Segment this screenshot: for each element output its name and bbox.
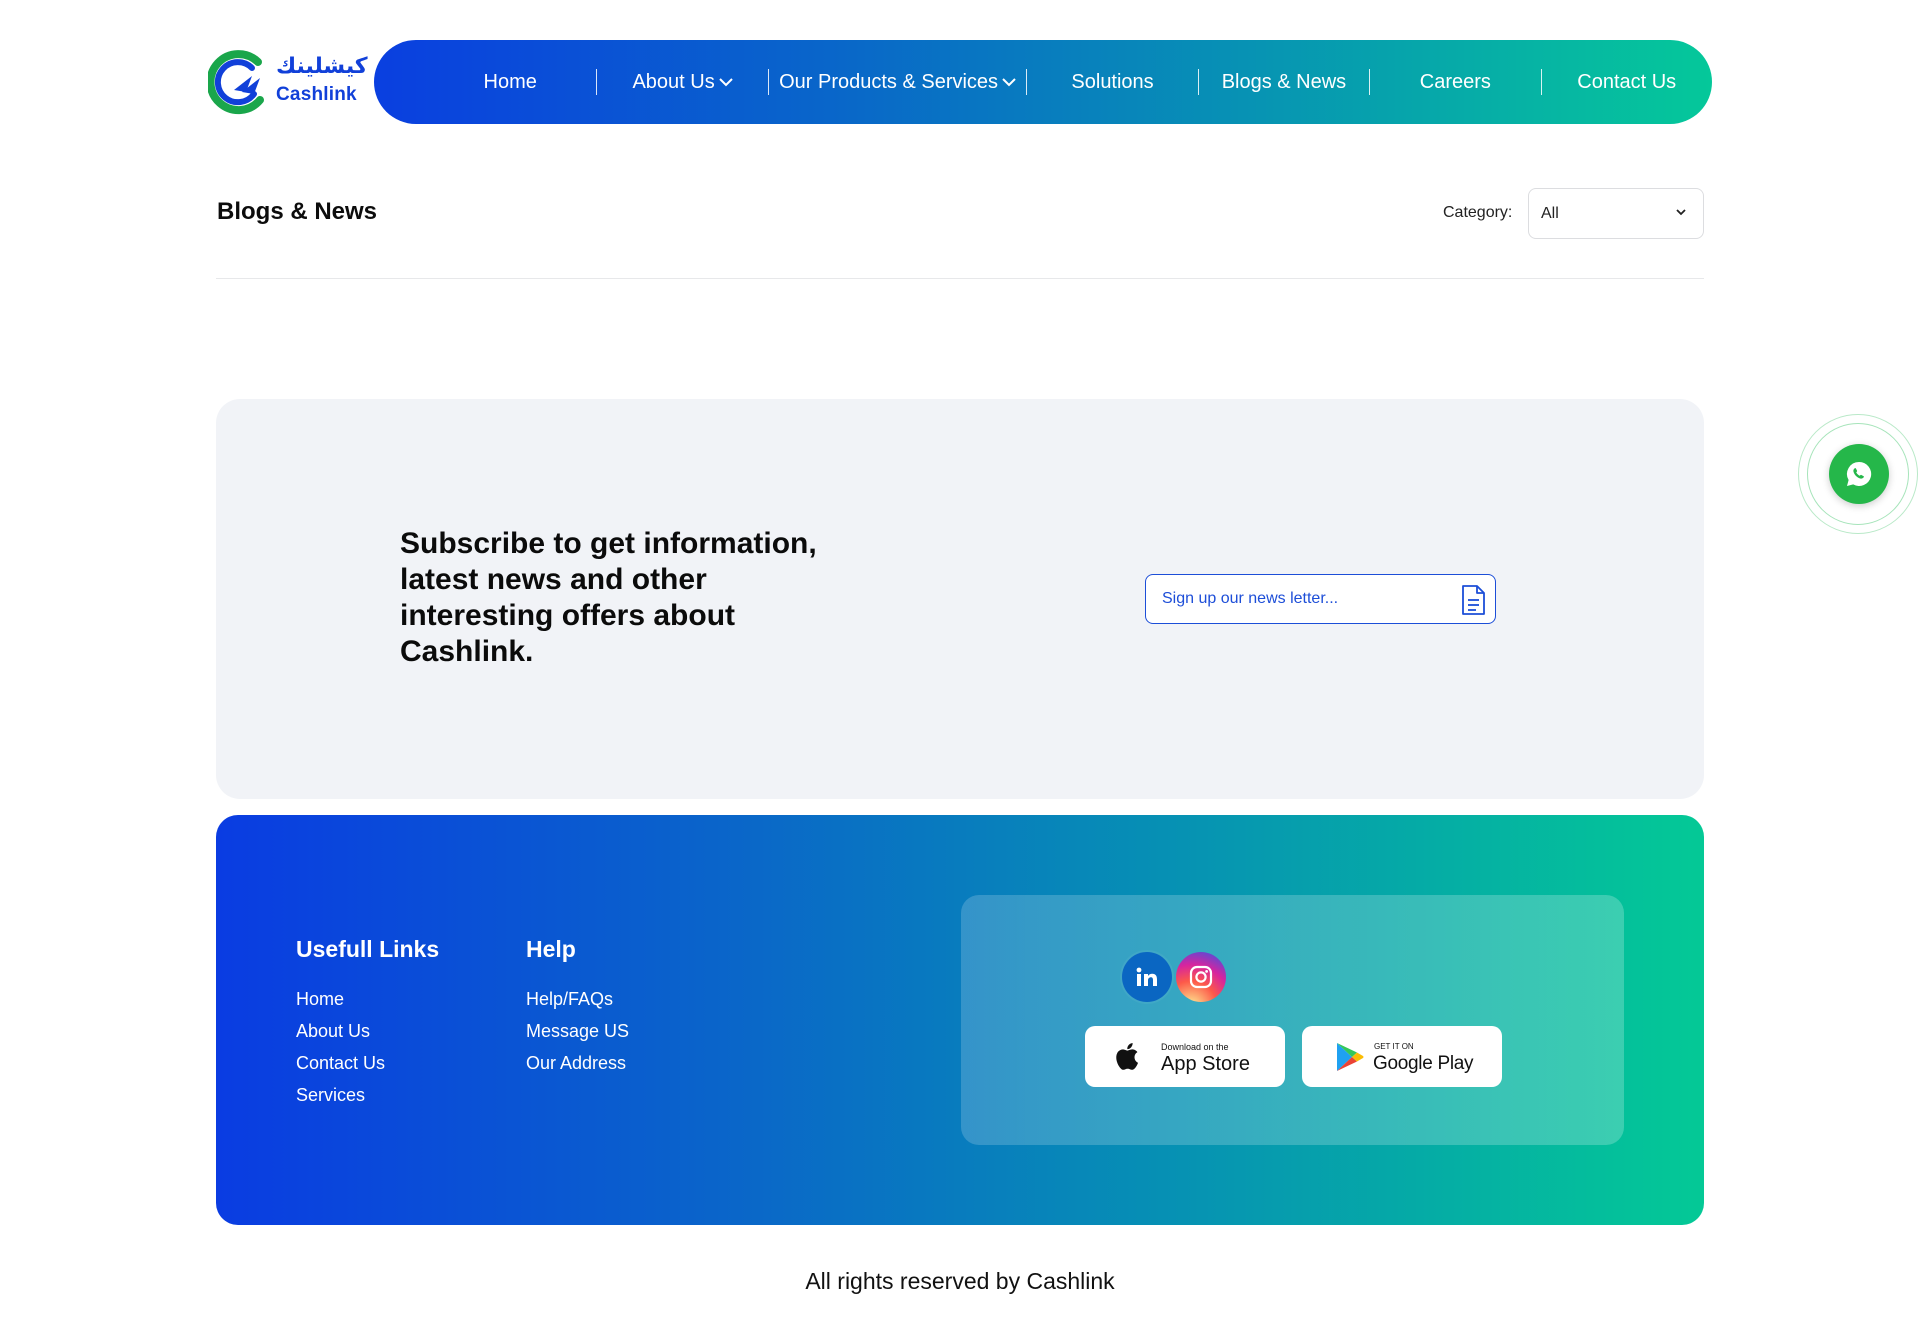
section-divider [216, 278, 1704, 279]
apps-social-panel: Download on the App Store GET IT ON Goog… [961, 895, 1624, 1145]
footer-link-home[interactable]: Home [296, 983, 439, 1015]
site-footer: Usefull Links Home About Us Contact Us S… [216, 815, 1704, 1225]
chevron-down-icon [1002, 78, 1016, 87]
nav-about-us[interactable]: About Us [597, 40, 767, 124]
category-select[interactable]: All [1528, 188, 1704, 239]
site-header: كيشلينك Cashlink Home About Us Our Produ… [208, 40, 1712, 124]
app-store-small-text: Download on the [1161, 1042, 1229, 1052]
whatsapp-float [1798, 414, 1918, 534]
main-nav: Home About Us Our Products & Services So… [374, 40, 1712, 124]
nav-solutions[interactable]: Solutions [1027, 40, 1197, 124]
category-label: Category: [1443, 204, 1513, 221]
whatsapp-icon [1846, 461, 1872, 486]
footer-link-contact-us[interactable]: Contact Us [296, 1047, 439, 1079]
footer-link-about-us[interactable]: About Us [296, 1015, 439, 1047]
nav-products-services-label: Our Products & Services [779, 70, 999, 93]
nav-about-us-label: About Us [632, 70, 715, 93]
app-store-button[interactable]: Download on the App Store [1085, 1026, 1285, 1087]
chevron-down-icon [1676, 209, 1686, 216]
google-play-icon [1337, 1043, 1364, 1071]
nav-careers[interactable]: Careers [1370, 40, 1540, 124]
newsletter-input[interactable] [1162, 575, 1442, 622]
chevron-down-icon [718, 78, 733, 87]
page-title: Blogs & News [217, 198, 378, 225]
nav-solutions-label: Solutions [1071, 70, 1154, 93]
copyright-text: All rights reserved by Cashlink [805, 1268, 1115, 1294]
google-play-big-text: Google Play [1373, 1053, 1474, 1074]
nav-blogs-news[interactable]: Blogs & News [1199, 40, 1369, 124]
useful-links-column: Usefull Links Home About Us Contact Us S… [296, 936, 439, 1111]
subscribe-text: Subscribe to get information, latest new… [400, 527, 817, 668]
google-play-small-text: GET IT ON [1374, 1042, 1414, 1051]
help-column: Help Help/FAQs Message US Our Address [526, 936, 629, 1079]
logo-arabic-text: كيشلينك [276, 54, 368, 79]
app-store-big-text: App Store [1161, 1053, 1250, 1075]
instagram-icon[interactable] [1176, 952, 1226, 1002]
nav-contact-us[interactable]: Contact Us [1542, 40, 1712, 124]
newsletter-field [1145, 574, 1496, 624]
nav-contact-us-label: Contact Us [1577, 70, 1677, 93]
help-title: Help [526, 936, 576, 962]
footer-link-message-us[interactable]: Message US [526, 1015, 629, 1047]
footer-link-services[interactable]: Services [296, 1079, 439, 1111]
nav-blogs-news-label: Blogs & News [1221, 70, 1347, 93]
google-play-button[interactable]: GET IT ON Google Play [1302, 1026, 1502, 1087]
useful-links-title: Usefull Links [296, 936, 440, 962]
nav-careers-label: Careers [1419, 70, 1491, 93]
nav-products-services[interactable]: Our Products & Services [769, 40, 1027, 124]
cashlink-logo[interactable]: كيشلينك Cashlink [208, 48, 368, 116]
nav-home[interactable]: Home [424, 40, 596, 124]
category-selected-value: All [1541, 204, 1559, 222]
nav-home-label: Home [483, 70, 537, 93]
footer-link-our-address[interactable]: Our Address [526, 1047, 629, 1079]
linkedin-icon[interactable] [1122, 952, 1172, 1002]
document-icon[interactable] [1459, 584, 1487, 616]
footer-link-help-faqs[interactable]: Help/FAQs [526, 983, 629, 1015]
whatsapp-button[interactable] [1829, 444, 1889, 504]
cashlink-logo-mark [208, 50, 264, 115]
subscribe-section: Subscribe to get information, latest new… [216, 399, 1704, 799]
logo-text: Cashlink [276, 84, 357, 105]
apple-icon [1116, 1043, 1138, 1070]
